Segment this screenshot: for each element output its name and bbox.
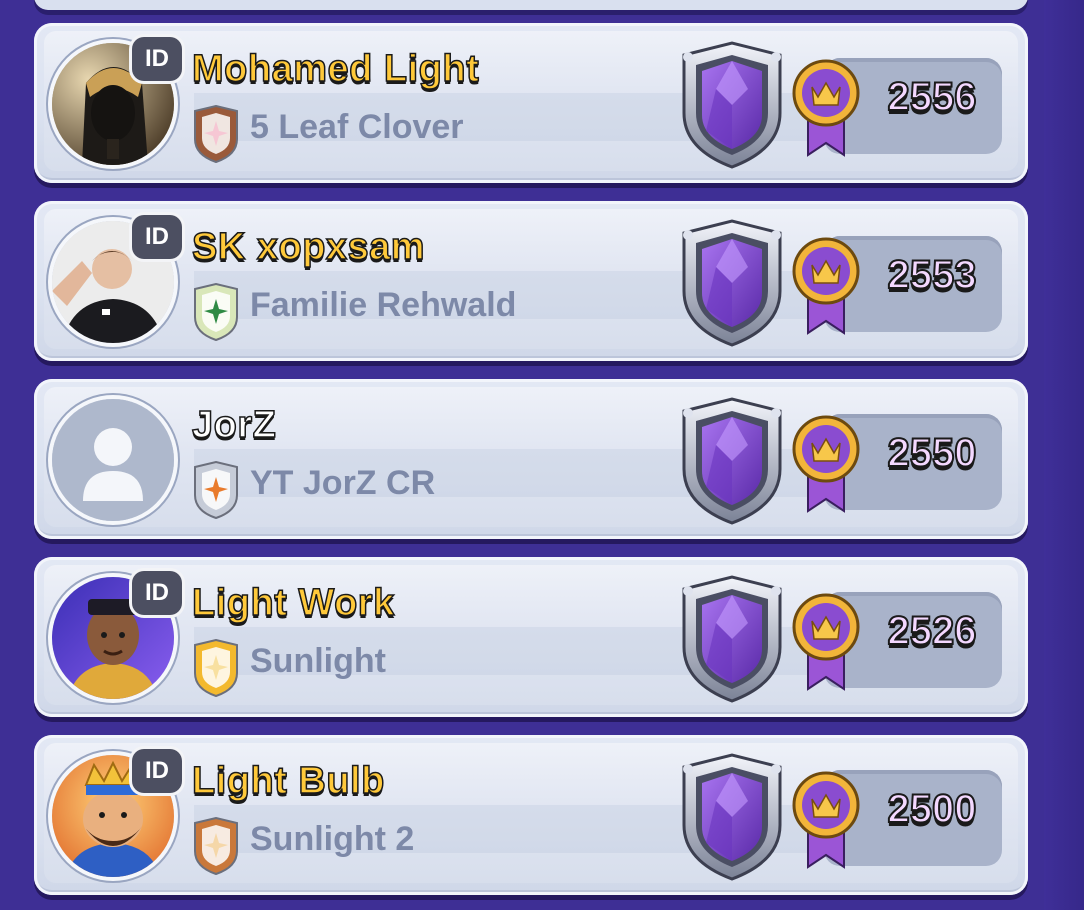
trophy-score: 2550: [887, 430, 978, 476]
leaderboard-row[interactable]: ID Light Bulb Sunlight 2 2500: [34, 735, 1028, 895]
clan-name[interactable]: Sunlight: [250, 642, 386, 681]
clan-name[interactable]: Sunlight 2: [250, 820, 414, 859]
player-name[interactable]: Light Bulb: [191, 759, 385, 803]
player-name[interactable]: Light Work: [191, 581, 395, 625]
arena-shield-icon: [676, 397, 788, 525]
player-name[interactable]: SK xopxsam: [191, 225, 425, 269]
id-badge-icon: ID: [132, 37, 182, 81]
trophy-score: 2526: [887, 608, 978, 654]
leaderboard-row[interactable]: ID SK xopxsam Familie Rehwald 2553: [34, 201, 1028, 361]
clan-name[interactable]: YT JorZ CR: [250, 464, 435, 503]
trophy-score: 2500: [887, 786, 978, 832]
arena-shield-icon: [676, 753, 788, 881]
leaderboard-row[interactable]: ID Light Work Sunlight 2526: [34, 557, 1028, 717]
player-name[interactable]: Mohamed Light: [191, 47, 479, 91]
clan-badge-icon: [191, 816, 241, 876]
clan-badge-icon: [191, 104, 241, 164]
id-badge-icon: ID: [132, 749, 182, 793]
clan-badge-icon: [191, 282, 241, 342]
background-edge: [1044, 0, 1084, 910]
clan-name[interactable]: Familie Rehwald: [250, 286, 516, 325]
id-badge-icon: ID: [132, 215, 182, 259]
leaderboard-row[interactable]: JorZ YT JorZ CR 2550: [34, 379, 1028, 539]
arena-shield-icon: [676, 575, 788, 703]
player-name[interactable]: JorZ: [191, 403, 276, 447]
leaderboard-row[interactable]: ID Mohamed Light 5 Leaf Clover 2556: [34, 23, 1028, 183]
clan-name[interactable]: 5 Leaf Clover: [250, 108, 464, 147]
arena-shield-icon: [676, 219, 788, 347]
trophy-score: 2553: [887, 252, 978, 298]
arena-shield-icon: [676, 41, 788, 169]
clan-badge-icon: [191, 460, 241, 520]
player-avatar[interactable]: [52, 399, 174, 521]
id-badge-icon: ID: [132, 571, 182, 615]
previous-row-edge: [34, 0, 1028, 10]
trophy-score: 2556: [887, 74, 978, 120]
clan-badge-icon: [191, 638, 241, 698]
